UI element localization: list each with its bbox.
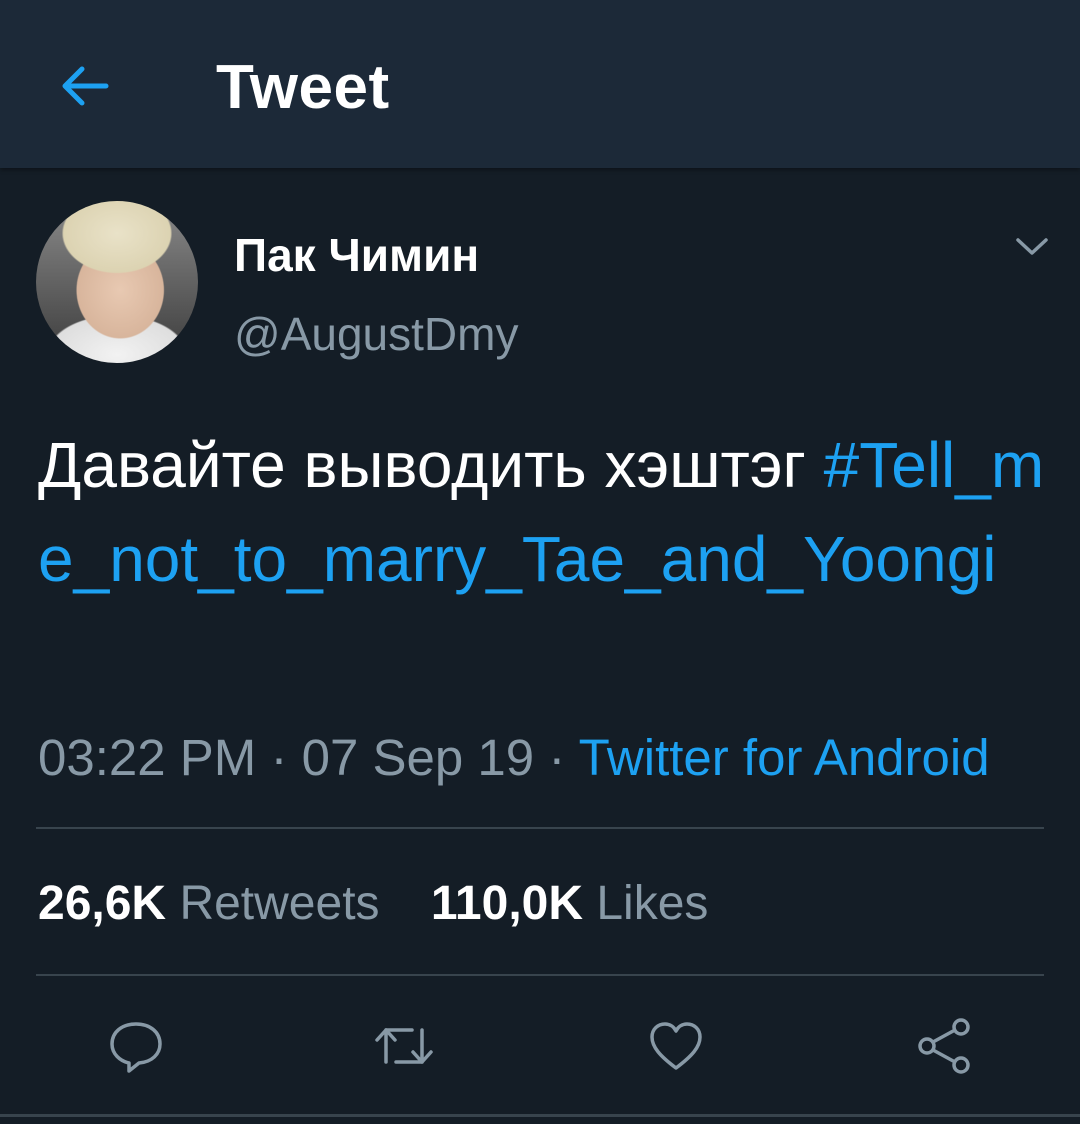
retweet-icon — [375, 1028, 433, 1064]
tweet-time: 03:22 PM — [38, 729, 257, 786]
divider — [36, 974, 1044, 976]
retweets-count: 26,6K — [38, 877, 167, 930]
tweet-stats: 26,6K Retweets 110,0K Likes — [38, 876, 708, 931]
reply-icon — [110, 1022, 162, 1073]
tweet-body: Давайте выводить хэштэг — [38, 429, 824, 501]
author-display-name[interactable]: Пак Чимин — [234, 228, 479, 282]
retweet-button[interactable] — [372, 1014, 436, 1078]
like-button[interactable] — [644, 1014, 708, 1078]
meta-separator: · — [256, 729, 302, 786]
heart-icon — [650, 1022, 702, 1070]
page-title: Tweet — [216, 53, 390, 122]
author-handle[interactable]: @AugustDmy — [234, 307, 518, 361]
divider — [36, 827, 1044, 829]
tweet-options-button[interactable] — [1008, 226, 1056, 266]
back-button[interactable] — [52, 54, 116, 118]
share-icon — [918, 1018, 970, 1074]
likes-label: Likes — [596, 877, 709, 930]
retweets-label: Retweets — [179, 877, 380, 930]
tweet-date: 07 Sep 19 — [301, 729, 535, 786]
bottom-divider — [0, 1114, 1080, 1117]
tweet-source-link[interactable]: Twitter for Android — [579, 729, 990, 786]
retweets-stat[interactable]: 26,6K Retweets — [38, 877, 380, 930]
arrow-left-icon — [62, 66, 109, 106]
tweet-meta: 03:22 PM · 07 Sep 19 · Twitter for Andro… — [38, 728, 990, 787]
meta-separator: · — [534, 729, 579, 786]
reply-button[interactable] — [104, 1014, 168, 1078]
top-app-bar: Tweet — [0, 0, 1080, 168]
likes-count: 110,0K — [430, 877, 584, 930]
share-button[interactable] — [912, 1014, 976, 1078]
tweet-text: Давайте выводить хэштэг #Tell_me_not_to_… — [38, 418, 1048, 606]
avatar[interactable] — [36, 201, 198, 363]
chevron-down-icon — [1016, 238, 1048, 255]
likes-stat[interactable]: 110,0K Likes — [431, 877, 709, 930]
